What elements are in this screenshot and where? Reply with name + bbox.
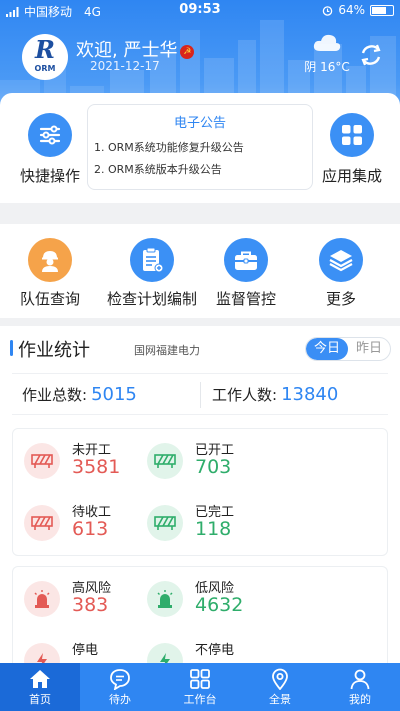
- app-grid-icon: [330, 113, 374, 157]
- grid-label: 更多: [325, 290, 356, 308]
- user-icon: [350, 669, 370, 690]
- home-icon: [30, 670, 50, 688]
- bottom-tab-bar: 首页 待办 工作台 全景 我的: [0, 663, 400, 711]
- app-integration-button[interactable]: 应用集成: [316, 113, 388, 186]
- date-toggle: 今日 昨日: [305, 337, 391, 361]
- alarm-light-icon: [147, 581, 183, 617]
- battery-percent: 64%: [338, 3, 365, 17]
- clipboard-icon: [130, 238, 174, 282]
- alarm-icon: [323, 5, 333, 16]
- tab-label: 待办: [109, 693, 131, 706]
- welcome-label: 欢迎, 严士华: [76, 40, 178, 61]
- notice-item[interactable]: 2. ORM系统版本升级公告: [94, 161, 312, 177]
- grid-item-supervision[interactable]: 监督管控: [196, 238, 296, 309]
- notice-item[interactable]: 1. ORM系统功能修复升级公告: [94, 139, 312, 155]
- refresh-icon[interactable]: [358, 42, 384, 68]
- stat-low-risk[interactable]: 低风险 4632: [147, 577, 267, 627]
- tab-mine[interactable]: 我的: [320, 663, 400, 711]
- grid-icon: [190, 669, 210, 689]
- stat-value: 118: [195, 518, 232, 540]
- grid-label: 监督管控: [215, 290, 276, 308]
- briefcase-icon: [224, 238, 268, 282]
- total-jobs: 作业总数: 5015: [22, 384, 137, 405]
- function-grid: 队伍查询 检查计划编制 监督管控 更多: [0, 224, 400, 318]
- app-integration-label: 应用集成: [321, 167, 382, 185]
- notice-board: 电子公告 1. ORM系统功能修复升级公告 2. ORM系统版本升级公告: [87, 104, 313, 190]
- orm-logo: R ORM: [22, 34, 68, 80]
- summary-row: 作业总数: 5015 工作人数: 13840: [12, 373, 388, 415]
- stat-pending-close[interactable]: 待收工 613: [24, 501, 144, 551]
- stat-not-started[interactable]: 未开工 3581: [24, 439, 144, 489]
- notice-title: 电子公告: [173, 116, 226, 131]
- worker-icon: [28, 238, 72, 282]
- work-status-box: 未开工 3581 已开工 703 待收工 613 已完工 118: [12, 428, 388, 556]
- stat-completed[interactable]: 已完工 118: [147, 501, 267, 551]
- tab-home[interactable]: 首页: [0, 663, 80, 711]
- tab-panorama[interactable]: 全景: [240, 663, 320, 711]
- stats-title: 作业统计: [18, 340, 90, 361]
- stat-value: 3581: [72, 456, 121, 478]
- logo-letter: R: [35, 35, 55, 64]
- weather: 阴 16°C: [302, 32, 352, 75]
- stat-label: 不停电: [195, 643, 235, 658]
- sliders-icon: [28, 113, 72, 157]
- stat-value: 613: [72, 518, 109, 540]
- worker-count: 工作人数: 13840: [212, 384, 338, 405]
- barrier-icon: [147, 443, 183, 479]
- org-label[interactable]: 国网福建电力: [134, 342, 200, 358]
- party-badge-icon: ☭: [180, 45, 195, 59]
- quick-ops-button[interactable]: 快捷操作: [14, 113, 86, 186]
- stat-value: 703: [195, 456, 232, 478]
- total-jobs-value: 5015: [91, 384, 137, 405]
- grid-item-team-query[interactable]: 队伍查询: [0, 238, 100, 309]
- risk-status-box: 高风险 383 低风险 4632 停电 不停电: [12, 566, 388, 679]
- logo-text: ORM: [34, 64, 56, 73]
- tab-label: 首页: [29, 693, 51, 706]
- barrier-icon: [24, 505, 60, 541]
- alarm-light-icon: [24, 581, 60, 617]
- battery-icon: [370, 4, 394, 16]
- divider: [200, 382, 201, 408]
- grid-label: 检查计划编制: [106, 290, 197, 308]
- total-jobs-label: 作业总数:: [22, 386, 88, 404]
- cloud-icon: [313, 34, 341, 51]
- grid-item-more[interactable]: 更多: [291, 238, 391, 309]
- tab-label: 全景: [269, 693, 291, 706]
- worker-count-label: 工作人数:: [212, 386, 278, 404]
- location-icon: [272, 668, 288, 690]
- chat-icon: [110, 669, 130, 690]
- tab-workbench[interactable]: 工作台: [160, 663, 240, 711]
- today-tab[interactable]: 今日: [306, 338, 348, 360]
- barrier-icon: [147, 505, 183, 541]
- stat-started[interactable]: 已开工 703: [147, 439, 267, 489]
- tab-label: 工作台: [183, 693, 217, 706]
- grid-item-inspection-plan[interactable]: 检查计划编制: [102, 238, 202, 309]
- section-accent: [10, 340, 13, 356]
- yesterday-tab[interactable]: 昨日: [348, 338, 390, 360]
- top-card: 快捷操作 电子公告 1. ORM系统功能修复升级公告 2. ORM系统版本升级公…: [0, 93, 400, 203]
- stat-label: 停电: [72, 643, 99, 658]
- quick-ops-label: 快捷操作: [19, 167, 80, 185]
- worker-count-value: 13840: [281, 384, 339, 405]
- grid-label: 队伍查询: [19, 290, 80, 308]
- barrier-icon: [24, 443, 60, 479]
- layers-icon: [319, 238, 363, 282]
- status-bar: 中国移动 4G 09:53 64%: [0, 0, 400, 20]
- tab-label: 我的: [349, 693, 371, 706]
- stat-high-risk[interactable]: 高风险 383: [24, 577, 144, 627]
- weather-text: 阴 16°C: [304, 60, 350, 74]
- tab-todo[interactable]: 待办: [80, 663, 160, 711]
- stat-value: 383: [72, 594, 109, 616]
- date-label: 2021-12-17: [90, 59, 160, 73]
- stat-value: 4632: [195, 594, 244, 616]
